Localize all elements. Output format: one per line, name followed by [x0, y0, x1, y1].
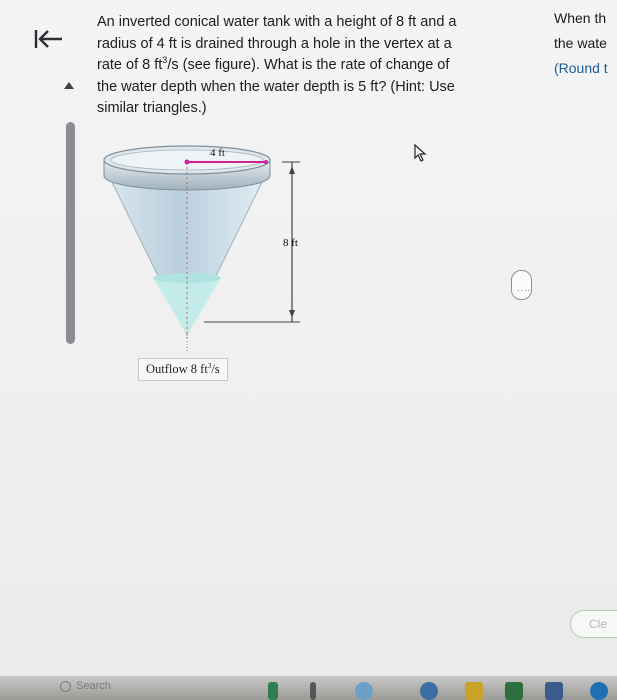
question-line-1: An inverted conical water tank with a he…	[97, 14, 457, 30]
answer-line-3: (Round t	[554, 60, 608, 76]
answer-line-1: When th	[554, 10, 607, 26]
handle-dots: ....	[517, 283, 532, 293]
taskbar-app-icon[interactable]	[590, 682, 608, 700]
cone-tank-figure: 4 ft 8 ft	[96, 130, 316, 365]
taskbar-app-icon[interactable]	[355, 682, 373, 700]
radius-label: 4 ft	[210, 147, 225, 159]
page: An inverted conical water tank with a he…	[0, 0, 617, 700]
taskbar-app-icon[interactable]	[465, 682, 483, 700]
question-line-4: the water depth when the water depth is …	[97, 78, 455, 95]
outflow-text: Outflow 8 ft	[146, 362, 208, 377]
taskbar-app-icon[interactable]	[268, 682, 278, 700]
pane-resize-handle[interactable]: ....	[511, 270, 532, 300]
taskbar-search-icon[interactable]	[60, 681, 71, 692]
answer-panel: When th the wate (Round t	[554, 6, 617, 81]
taskbar-app-icon[interactable]	[545, 682, 563, 700]
water-level	[153, 278, 221, 335]
taskbar-app-icon[interactable]	[505, 682, 523, 700]
question-line-2: radius of 4 ft is drained through a hole…	[97, 35, 452, 52]
scrollbar-thumb[interactable]	[66, 122, 75, 344]
question-line-5: similar triangles.)	[97, 100, 207, 116]
height-label: 8 ft	[283, 237, 298, 249]
question-line-3-suffix: /s (see figure). What is the rate of cha…	[167, 57, 450, 73]
taskbar-app-icon[interactable]	[420, 682, 438, 700]
mouse-pointer-icon	[413, 143, 429, 167]
scroll-up-arrow-icon[interactable]	[64, 82, 74, 89]
outflow-unit: /s	[211, 362, 220, 377]
taskbar-app-icon[interactable]	[310, 682, 316, 700]
clear-all-button[interactable]: Cle	[570, 610, 617, 638]
question-text: An inverted conical water tank with a he…	[97, 12, 492, 120]
answer-line-2: the wate	[554, 35, 607, 51]
collapse-left-arrow-icon[interactable]	[30, 24, 66, 60]
os-taskbar: Search	[0, 676, 617, 700]
taskbar-search-label[interactable]: Search	[76, 680, 111, 692]
question-line-3-prefix: rate of 8 ft	[97, 57, 163, 73]
outflow-label: Outflow 8 ft3/s	[138, 358, 228, 382]
clear-button-label: Cle	[589, 617, 608, 631]
